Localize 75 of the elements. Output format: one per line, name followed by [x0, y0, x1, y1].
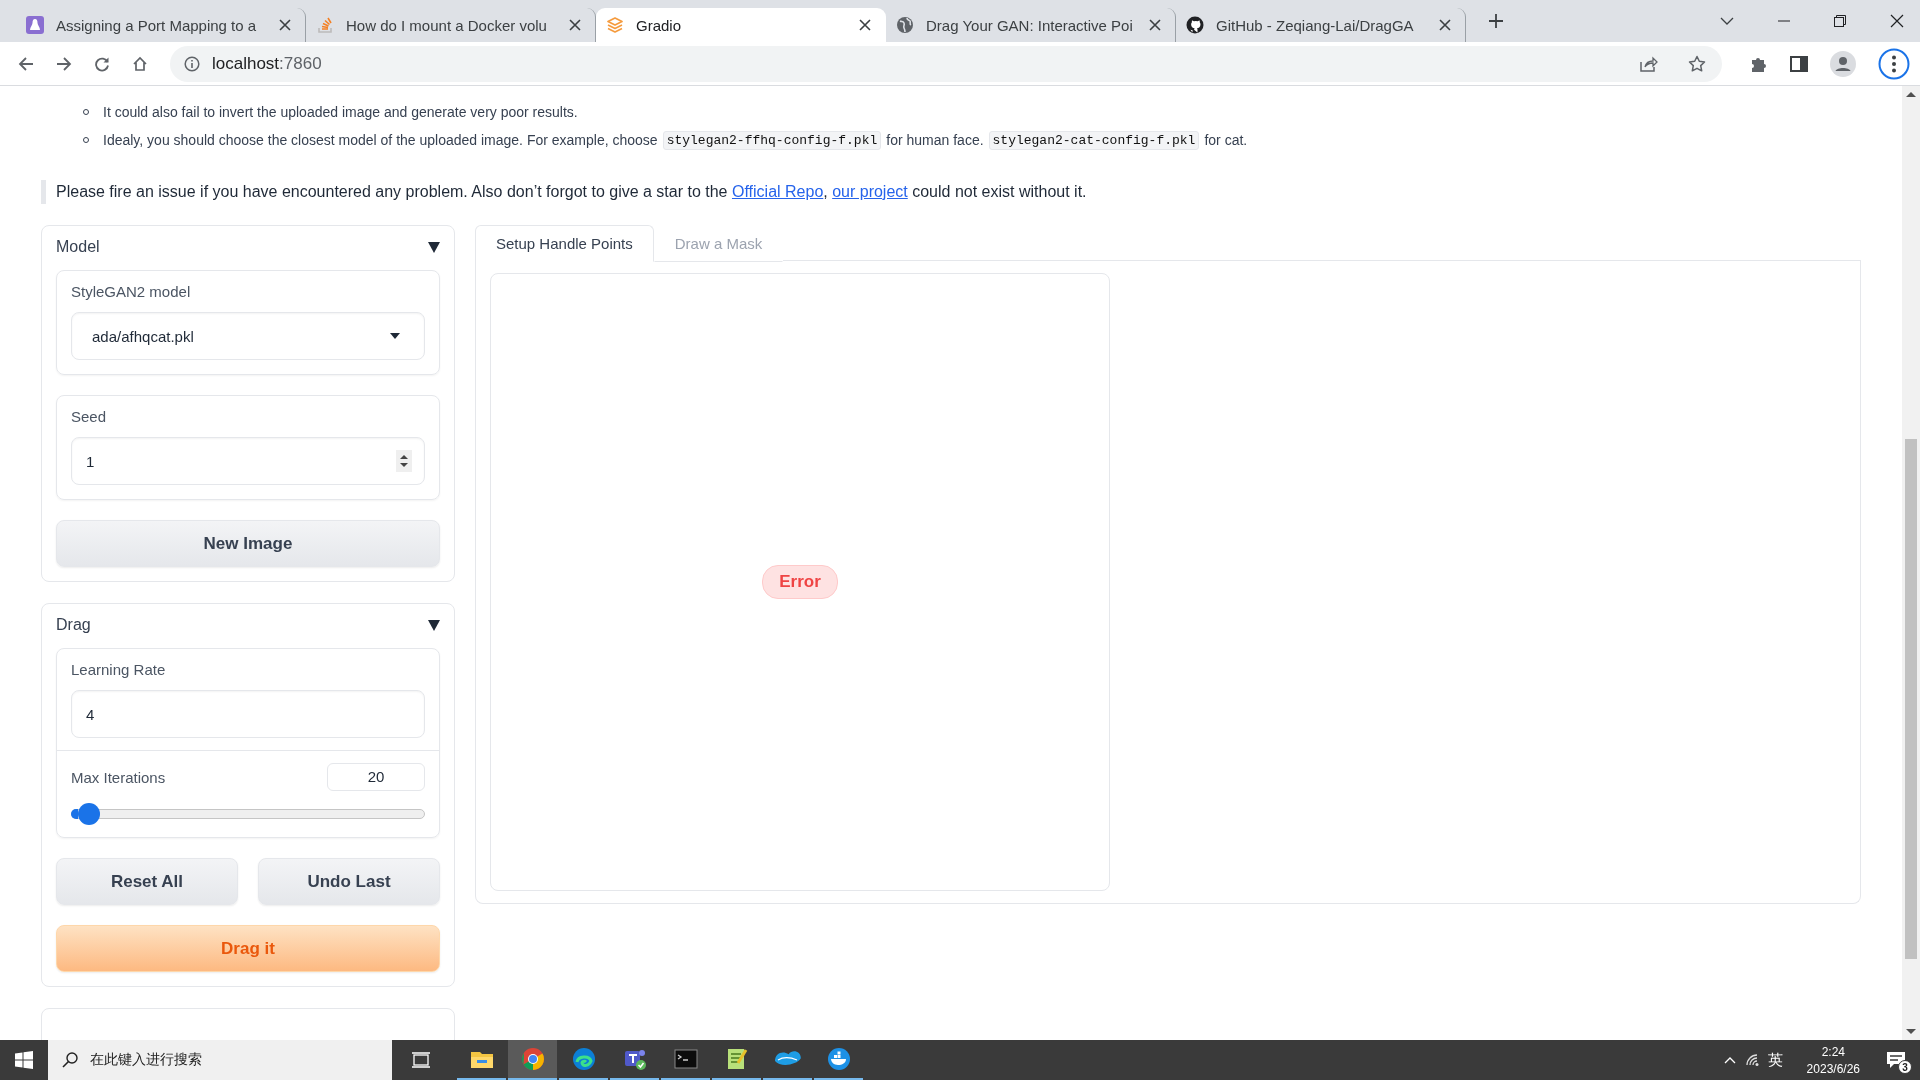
browser-tab[interactable]: Assigning a Port Mapping to a — [16, 8, 306, 42]
caret-icon — [390, 333, 400, 339]
new-tab-icon[interactable] — [1488, 13, 1504, 29]
close-icon[interactable] — [569, 19, 581, 31]
home-icon[interactable] — [132, 55, 148, 72]
field-label: Learning Rate — [71, 661, 167, 678]
input-method-indicator[interactable]: 英 — [1767, 1050, 1783, 1070]
github-icon — [1186, 16, 1204, 34]
linux-icon — [26, 16, 44, 34]
field-label: StyleGAN2 model — [71, 283, 192, 300]
address-bar[interactable]: localhost:7860 — [170, 45, 1722, 82]
iterations-field[interactable]: 20 — [327, 763, 425, 791]
forward-icon[interactable] — [56, 55, 72, 72]
search-icon — [62, 1052, 78, 1068]
share-icon[interactable] — [1640, 55, 1658, 72]
browser-tab[interactable]: Gradio — [596, 8, 886, 42]
chrome-icon — [519, 1046, 546, 1072]
more-options-icon[interactable] — [1878, 47, 1910, 80]
taskbar-search[interactable]: 在此键入进行搜索 — [48, 1040, 392, 1080]
note-text: Idealy, you should choose the closest model of the uploaded image. For example, choose — [103, 132, 658, 148]
chevron-down-icon[interactable] — [1720, 17, 1734, 25]
task-view-icon[interactable] — [412, 1052, 430, 1068]
error-badge: Error — [762, 565, 838, 599]
browser-tab[interactable]: GitHub - Zeqiang-Lai/DragGA — [1176, 8, 1466, 42]
note-text: It could also fail to invert the uploaded image and generate very poor results. — [103, 104, 578, 120]
reload-icon[interactable] — [94, 55, 110, 72]
notification-count: 3 — [1898, 1060, 1912, 1074]
notification-button[interactable]: 3 — [1872, 1040, 1920, 1080]
accordion-header[interactable]: Drag — [56, 616, 440, 634]
wifi-icon[interactable] — [1745, 1054, 1760, 1066]
learning-rate-field[interactable]: 4 — [71, 690, 425, 738]
new-image-button[interactable]: New Image — [56, 520, 440, 567]
stack-icon — [316, 16, 334, 34]
profile-icon[interactable] — [1830, 50, 1856, 77]
terminal-icon — [672, 1046, 699, 1072]
spinner-icon[interactable] — [396, 450, 412, 472]
code-snippet: stylegan2-ffhq-config-f.pkl — [662, 130, 882, 150]
browser-tab[interactable]: Drag Your GAN: Interactive Poi — [886, 8, 1176, 42]
notice-text: Please fire an issue if you have encountered any problem. Also don’t forgot to give a star to the Official Repo, our project could not exist without it. — [56, 183, 1087, 201]
whale-icon — [825, 1046, 852, 1072]
close-icon[interactable] — [1890, 14, 1904, 28]
scrollbar[interactable] — [1902, 86, 1920, 1040]
link[interactable]: our project — [832, 183, 908, 200]
info-icon — [184, 55, 200, 72]
back-icon[interactable] — [18, 55, 34, 72]
seed-field[interactable]: 1 — [71, 437, 425, 485]
close-icon[interactable] — [279, 19, 291, 31]
windows-icon[interactable] — [15, 1051, 33, 1069]
maximize-icon[interactable] — [1834, 15, 1846, 27]
chevron-up-icon[interactable] — [1723, 1056, 1736, 1064]
globe-icon — [896, 16, 914, 34]
layers-icon — [606, 16, 624, 34]
link[interactable]: Official Repo — [731, 183, 824, 200]
note-text: for cat. — [1204, 132, 1248, 148]
clock-time[interactable]: 2:24 — [1821, 1044, 1845, 1059]
action-button[interactable]: Undo Last — [258, 858, 440, 905]
url-text: localhost:7860 — [212, 53, 322, 74]
code-snippet: stylegan2-cat-config-f.pkl — [988, 130, 1200, 150]
star-icon[interactable] — [1688, 54, 1706, 73]
close-icon[interactable] — [1149, 19, 1161, 31]
model-dropdown[interactable]: ada/afhqcat.pkl — [71, 312, 425, 360]
note-text: for human face. — [886, 132, 984, 148]
field-label: Max Iterations — [71, 768, 166, 786]
close-icon[interactable] — [859, 19, 871, 31]
edge-icon — [570, 1046, 597, 1072]
action-button[interactable]: Reset All — [56, 858, 238, 905]
field-label: Seed — [71, 408, 108, 425]
slider[interactable] — [71, 803, 425, 825]
tab[interactable]: Setup Handle Points — [475, 225, 654, 262]
slider-thumb[interactable] — [77, 803, 100, 825]
accordion-header[interactable]: Model — [56, 238, 440, 256]
close-icon[interactable] — [1439, 19, 1451, 31]
quote-bar — [41, 180, 46, 204]
clock-date[interactable]: 2023/6/26 — [1806, 1061, 1860, 1076]
side-panel-icon[interactable] — [1790, 55, 1808, 72]
